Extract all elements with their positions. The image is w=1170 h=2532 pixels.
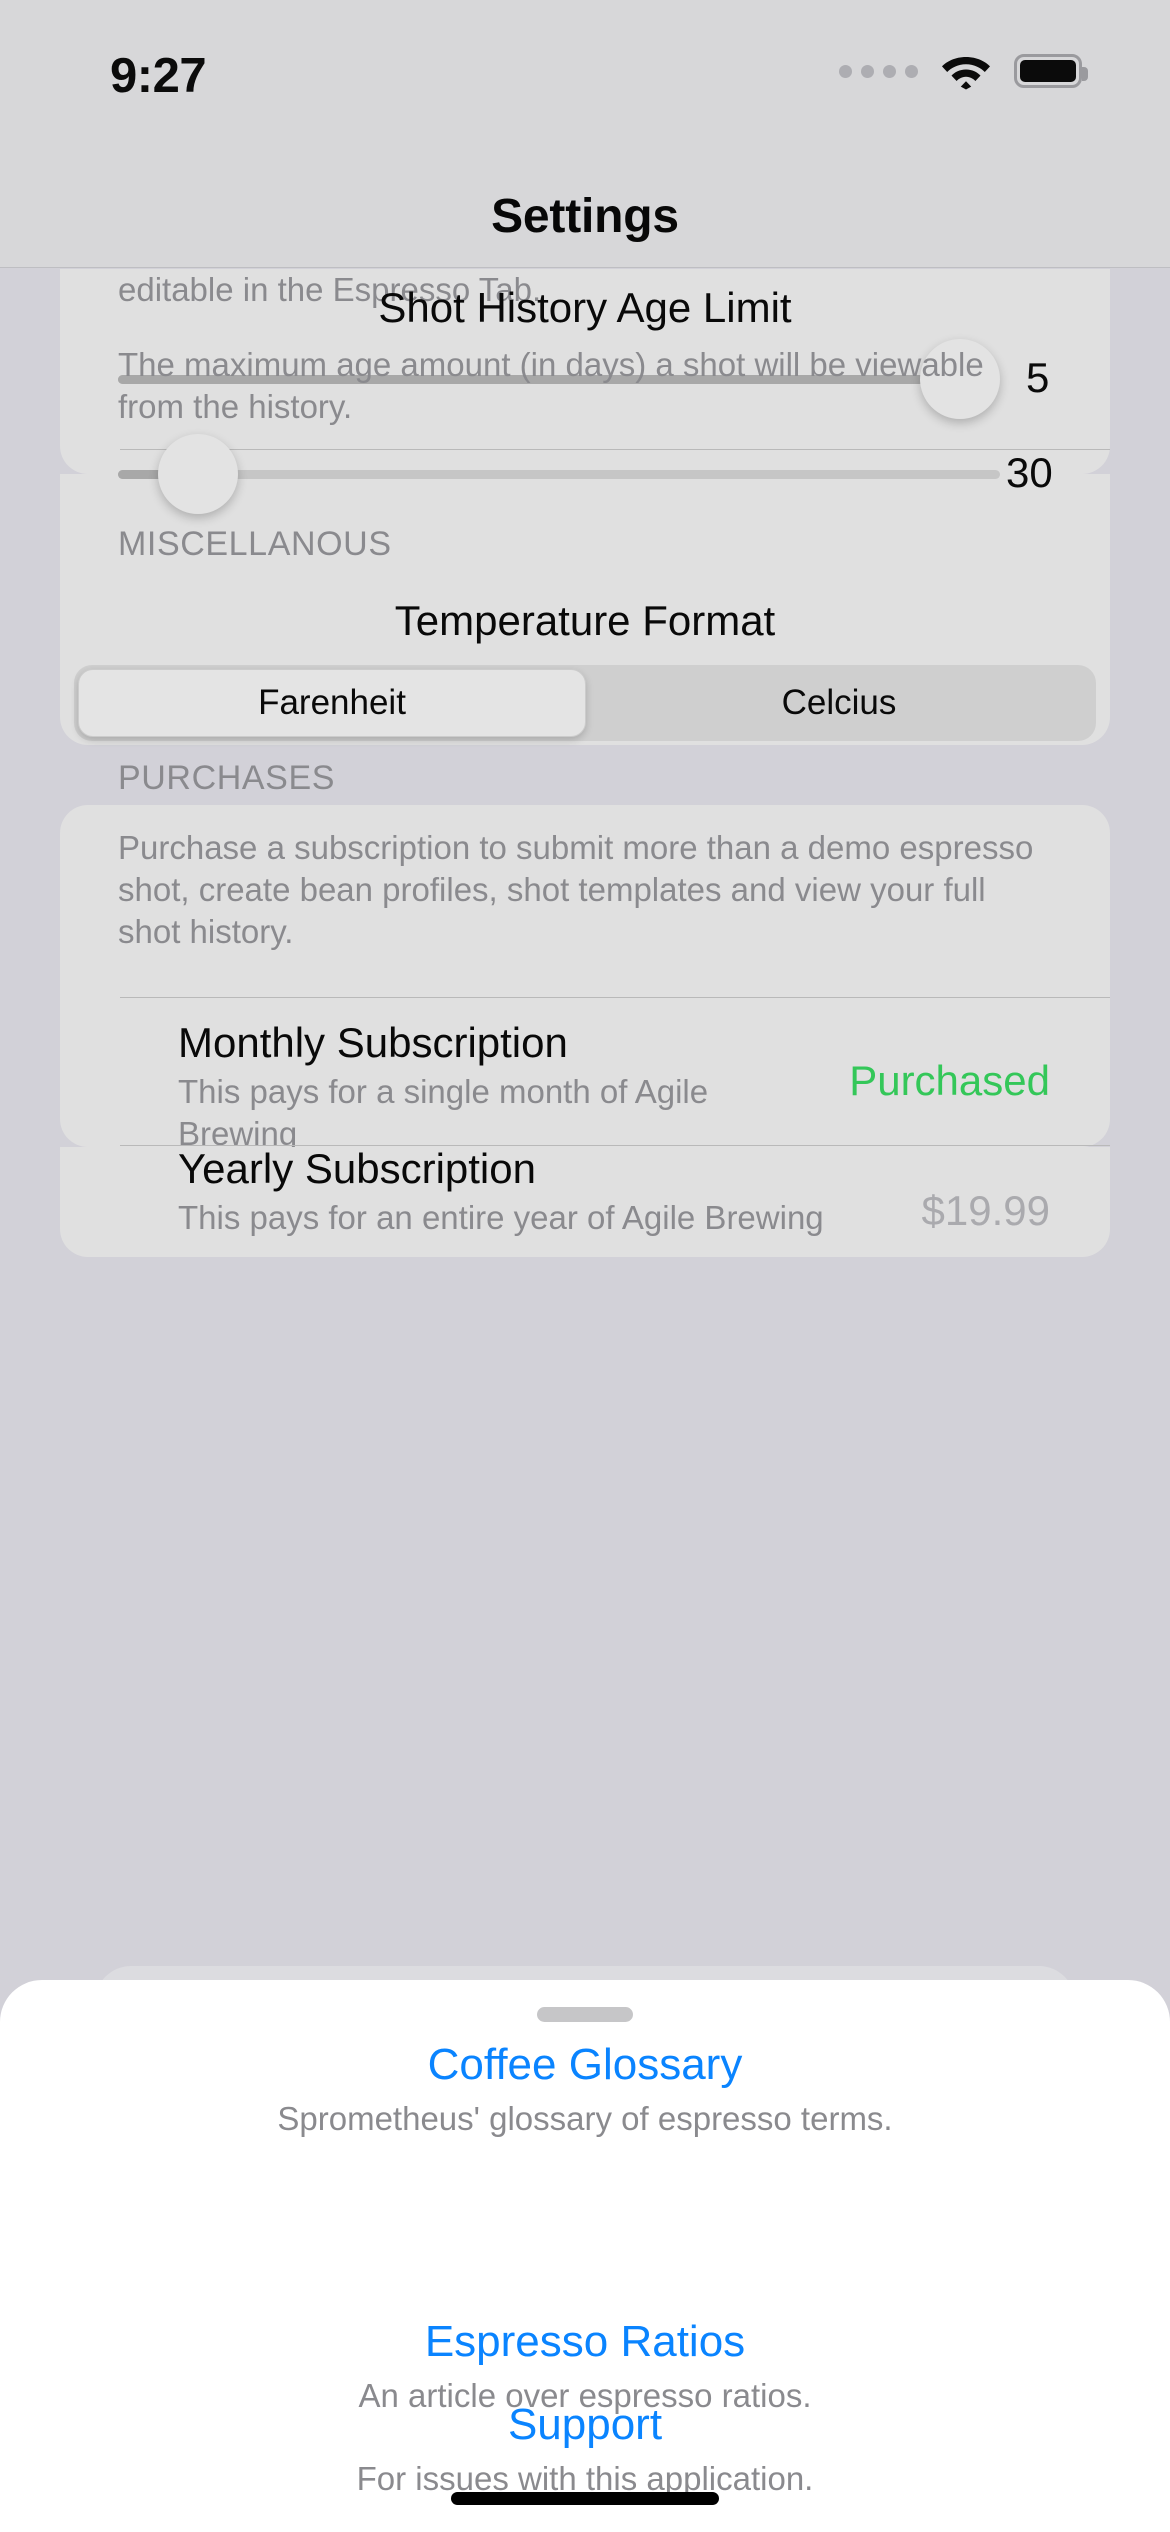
home-indicator[interactable]	[451, 2492, 719, 2505]
purchase-row-monthly[interactable]: Monthly Subscription This pays for a sin…	[178, 1019, 1110, 1154]
slider-track	[118, 470, 1000, 479]
purchase-row-yearly[interactable]: Yearly Subscription This pays for an ent…	[178, 1145, 1110, 1239]
purchases-section-header: PURCHASES	[118, 759, 336, 797]
navigation-bar: Settings	[0, 160, 1170, 268]
shot-history-slider[interactable]	[118, 434, 1000, 514]
temperature-format-segmented-control[interactable]: Farenheit Celcius	[74, 665, 1096, 741]
miscellanous-section-header: MISCELLANOUS	[118, 525, 392, 563]
status-bar-time: 9:27	[110, 49, 207, 103]
link-title[interactable]: Espresso Ratios	[0, 2317, 1170, 2367]
shot-history-title: Shot History Age Limit	[378, 284, 792, 331]
purchase-status-badge: Purchased	[849, 1057, 1050, 1104]
status-bar: 9:27	[0, 0, 1170, 160]
link-subtitle: Sprometheus' glossary of espresso terms.	[277, 2100, 893, 2137]
purchase-row-separator	[120, 997, 1110, 998]
purchases-card: Purchase a subscription to submit more t…	[60, 805, 1110, 1152]
battery-full-icon	[1014, 54, 1088, 88]
segment-label: Celcius	[781, 683, 897, 722]
link-title[interactable]: Coffee Glossary	[0, 2040, 1170, 2090]
link-title[interactable]: Support	[0, 2400, 1170, 2450]
link-item-support[interactable]: Support For issues with this application…	[0, 2400, 1170, 2498]
purchases-card-bottom: Yearly Subscription This pays for an ent…	[60, 1145, 1110, 1257]
signal-dots-icon	[839, 64, 918, 78]
link-subtitle: For issues with this application.	[356, 2460, 814, 2497]
purchase-subtitle: This pays for a single month of Agile Br…	[178, 1073, 709, 1152]
wifi-icon	[941, 52, 991, 90]
temperature-format-title: Temperature Format	[394, 597, 776, 644]
page-title: Settings	[491, 190, 679, 243]
iphone-screen: 9:27 Settings editable in the Espresso T…	[0, 0, 1170, 2532]
segment-celcius[interactable]: Celcius	[586, 669, 1092, 737]
slider-knob[interactable]	[158, 434, 238, 514]
purchase-title: Yearly Subscription	[178, 1145, 536, 1192]
purchase-price: $19.99	[921, 1187, 1050, 1234]
purchases-description: Purchase a subscription to submit more t…	[118, 829, 1034, 950]
shot-history-value: 30	[1006, 449, 1053, 496]
temperature-format-card: Temperature Format Farenheit Celcius	[60, 575, 1110, 745]
status-bar-indicators	[839, 52, 1088, 90]
segment-label: Farenheit	[258, 683, 406, 722]
link-item-coffee-glossary[interactable]: Coffee Glossary Sprometheus' glossary of…	[0, 2040, 1170, 2138]
bottom-sheet: Coffee Glossary Sprometheus' glossary of…	[0, 1980, 1170, 2532]
shot-history-description: The maximum age amount (in days) a shot …	[118, 346, 984, 425]
settings-scroll-view[interactable]: editable in the Espresso Tab. 5 Shot His…	[0, 269, 1170, 1980]
drag-handle[interactable]	[537, 2007, 633, 2022]
segment-farenheit[interactable]: Farenheit	[78, 669, 586, 737]
